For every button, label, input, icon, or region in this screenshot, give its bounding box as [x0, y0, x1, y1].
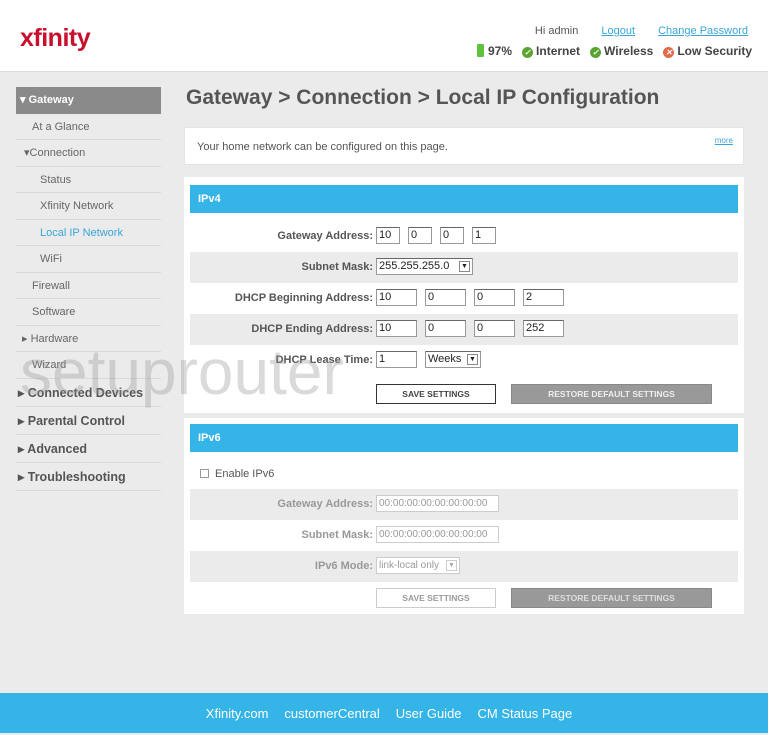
chevron-down-icon: ▼	[467, 354, 478, 365]
ipv6-subnet-label: Subnet Mask:	[301, 529, 373, 541]
dhcp-end-label: DHCP Ending Address:	[251, 323, 373, 335]
dhcp-end-octet-4[interactable]: 252	[523, 320, 564, 337]
footer-link-xfinity[interactable]: Xfinity.com	[206, 693, 269, 733]
gateway-octet-3[interactable]: 0	[440, 227, 464, 244]
sidebar-item-hardware[interactable]: ▸ Hardware	[16, 326, 161, 352]
ipv6-gateway-input[interactable]: 00:00:00:00:00:00:00:00	[376, 495, 499, 512]
sidebar-item-connected-devices[interactable]: ▸ Connected Devices	[16, 379, 161, 407]
chevron-down-icon: ▼	[446, 560, 457, 571]
intro-panel: Your home network can be configured on t…	[184, 127, 744, 165]
warning-x-icon: ✕	[663, 47, 675, 58]
sidebar-item-software[interactable]: Software	[16, 299, 161, 326]
footer-link-customercentral[interactable]: customerCentral	[284, 693, 379, 733]
status-bar: 97% ✓ Internet ✓ Wireless ✕ Low Security	[477, 44, 752, 58]
check-icon: ✓	[590, 47, 602, 58]
dhcp-end-octet-1[interactable]: 10	[376, 320, 417, 337]
sidebar-item-parental-control[interactable]: ▸ Parental Control	[16, 407, 161, 435]
ipv6-mode-label: IPv6 Mode:	[314, 560, 373, 572]
gateway-octet-2[interactable]: 0	[408, 227, 432, 244]
sidebar-item-connection[interactable]: ▾Connection	[16, 140, 161, 167]
ipv4-header: IPv4	[190, 185, 738, 213]
subnet-mask-row: Subnet Mask: 255.255.255.0 ▼	[190, 252, 738, 283]
check-icon: ✓	[522, 47, 534, 58]
lease-unit-select[interactable]: Weeks ▼	[425, 351, 481, 368]
gateway-octet-4[interactable]: 1	[472, 227, 496, 244]
ipv6-mode-row: IPv6 Mode: link-local only ▼	[190, 551, 738, 582]
footer-link-cm-status[interactable]: CM Status Page	[478, 693, 573, 733]
lease-time-label: DHCP Lease Time:	[275, 354, 373, 366]
dhcp-end-octet-3[interactable]: 0	[474, 320, 515, 337]
sidebar-item-status[interactable]: Status	[16, 167, 161, 193]
dhcp-begin-row: DHCP Beginning Address: 10 0 0 2	[190, 283, 738, 314]
ipv6-subnet-input[interactable]: 00:00:00:00:00:00:00:00	[376, 526, 499, 543]
sidebar-item-wizard[interactable]: Wizard	[16, 352, 161, 379]
xfinity-logo: xfinity	[20, 24, 91, 52]
subnet-mask-label: Subnet Mask:	[301, 261, 373, 273]
sidebar-item-local-ip-network[interactable]: Local IP Network	[16, 220, 161, 246]
ipv6-mode-select[interactable]: link-local only ▼	[376, 557, 460, 574]
dhcp-begin-octet-2[interactable]: 0	[425, 289, 466, 306]
dhcp-begin-octet-1[interactable]: 10	[376, 289, 417, 306]
battery-level: 97%	[488, 44, 513, 58]
sidebar-item-at-a-glance[interactable]: At a Glance	[16, 114, 161, 140]
ipv6-header: IPv6	[190, 424, 738, 452]
wireless-status: Wireless	[604, 44, 654, 58]
ipv4-save-button[interactable]: SAVE SETTINGS	[376, 384, 496, 404]
internet-status: Internet	[536, 44, 581, 58]
footer-link-user-guide[interactable]: User Guide	[396, 693, 462, 733]
greeting: Hi admin	[534, 25, 579, 37]
ipv6-restore-defaults-button[interactable]: RESTORE DEFAULT SETTINGS	[511, 588, 712, 608]
chevron-down-icon: ▼	[459, 261, 470, 272]
footer: Xfinity.com customerCentral User Guide C…	[0, 693, 768, 733]
dhcp-end-octet-2[interactable]: 0	[425, 320, 466, 337]
dhcp-end-row: DHCP Ending Address: 10 0 0 252	[190, 314, 738, 345]
sidebar-item-wifi[interactable]: WiFi	[16, 246, 161, 273]
user-bar: Hi admin Logout Change Password	[515, 25, 748, 37]
ipv6-subnet-row: Subnet Mask: 00:00:00:00:00:00:00:00	[190, 520, 738, 551]
sidebar: ▾ Gateway At a Glance ▾Connection Status…	[16, 87, 161, 491]
ipv4-panel: IPv4 Gateway Address: 10 0 0 1 Subnet Ma…	[184, 177, 744, 413]
sidebar-item-troubleshooting[interactable]: ▸ Troubleshooting	[16, 463, 161, 491]
intro-text: Your home network can be configured on t…	[197, 141, 448, 153]
page-title: Gateway > Connection > Local IP Configur…	[186, 86, 660, 109]
ipv6-panel: IPv6 Enable IPv6 Gateway Address: 00:00:…	[184, 418, 744, 614]
battery-icon	[477, 44, 484, 57]
change-password-link[interactable]: Change Password	[658, 25, 748, 37]
lease-time-row: DHCP Lease Time: 1 Weeks ▼	[190, 345, 738, 376]
subnet-mask-select[interactable]: 255.255.255.0 ▼	[376, 258, 473, 275]
dhcp-begin-octet-4[interactable]: 2	[523, 289, 564, 306]
gateway-address-row: Gateway Address: 10 0 0 1	[190, 221, 738, 252]
dhcp-begin-label: DHCP Beginning Address:	[234, 292, 373, 304]
header: xfinity Hi admin Logout Change Password …	[0, 0, 768, 72]
sidebar-item-gateway[interactable]: ▾ Gateway	[16, 87, 161, 114]
ipv4-restore-defaults-button[interactable]: RESTORE DEFAULT SETTINGS	[511, 384, 712, 404]
sidebar-item-firewall[interactable]: Firewall	[16, 273, 161, 299]
sidebar-item-xfinity-network[interactable]: Xfinity Network	[16, 193, 161, 220]
ipv6-save-button[interactable]: SAVE SETTINGS	[376, 588, 496, 608]
ipv6-gateway-label: Gateway Address:	[277, 498, 373, 510]
lease-time-input[interactable]: 1	[376, 351, 417, 368]
gateway-octet-1[interactable]: 10	[376, 227, 400, 244]
sidebar-item-advanced[interactable]: ▸ Advanced	[16, 435, 161, 463]
dhcp-begin-octet-3[interactable]: 0	[474, 289, 515, 306]
security-status: Low Security	[677, 44, 752, 58]
more-link[interactable]: more	[715, 136, 733, 145]
enable-ipv6-checkbox[interactable]: Enable IPv6	[200, 468, 274, 480]
gateway-address-label: Gateway Address:	[277, 230, 373, 242]
logout-link[interactable]: Logout	[601, 25, 635, 37]
ipv6-gateway-row: Gateway Address: 00:00:00:00:00:00:00:00	[190, 489, 738, 520]
